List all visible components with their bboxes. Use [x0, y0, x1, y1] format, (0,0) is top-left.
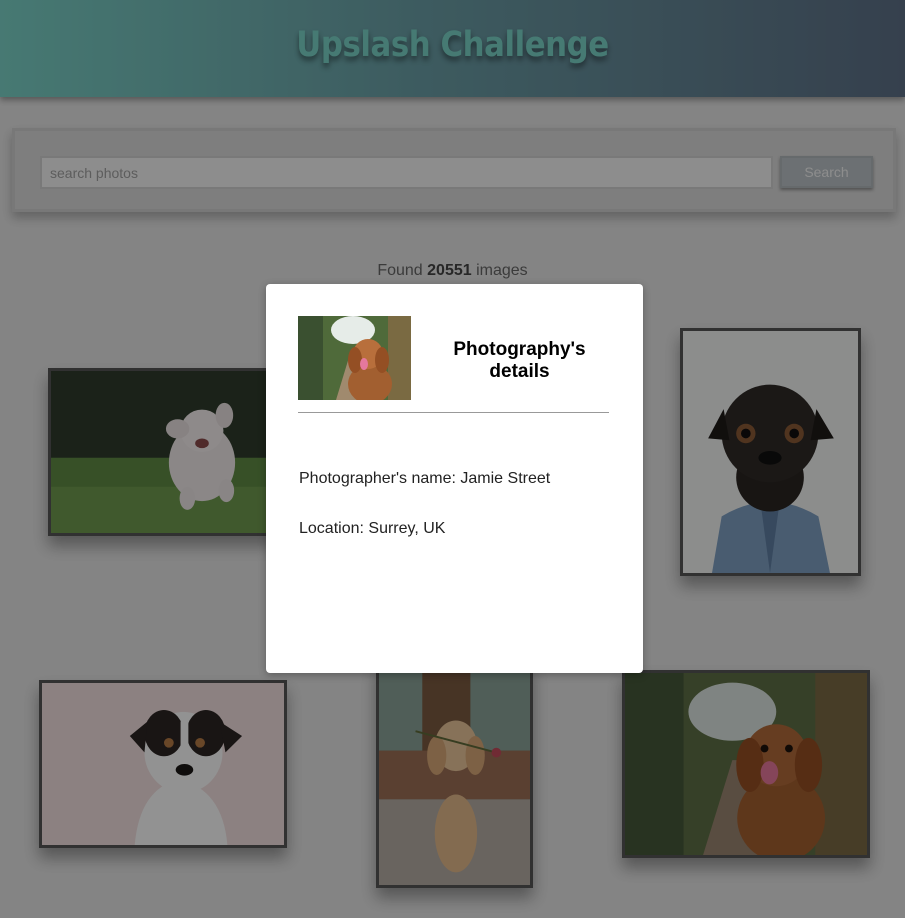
photo-location: Location: Surrey, UK: [299, 520, 445, 538]
photo-details-modal: Photography's details Photographer's nam…: [266, 284, 643, 673]
modal-photo-thumbnail: [298, 316, 411, 400]
modal-divider: [298, 412, 609, 413]
photographer-label: Photographer's name:: [299, 470, 456, 487]
modal-title: Photography's details: [453, 339, 586, 382]
location-value: Surrey, UK: [368, 520, 446, 537]
photographer-value: Jamie Street: [460, 470, 551, 487]
spaniel-thumbnail-image: [298, 316, 411, 400]
location-label: Location:: [299, 520, 364, 537]
photographer-name: Photographer's name: Jamie Street: [299, 470, 550, 488]
